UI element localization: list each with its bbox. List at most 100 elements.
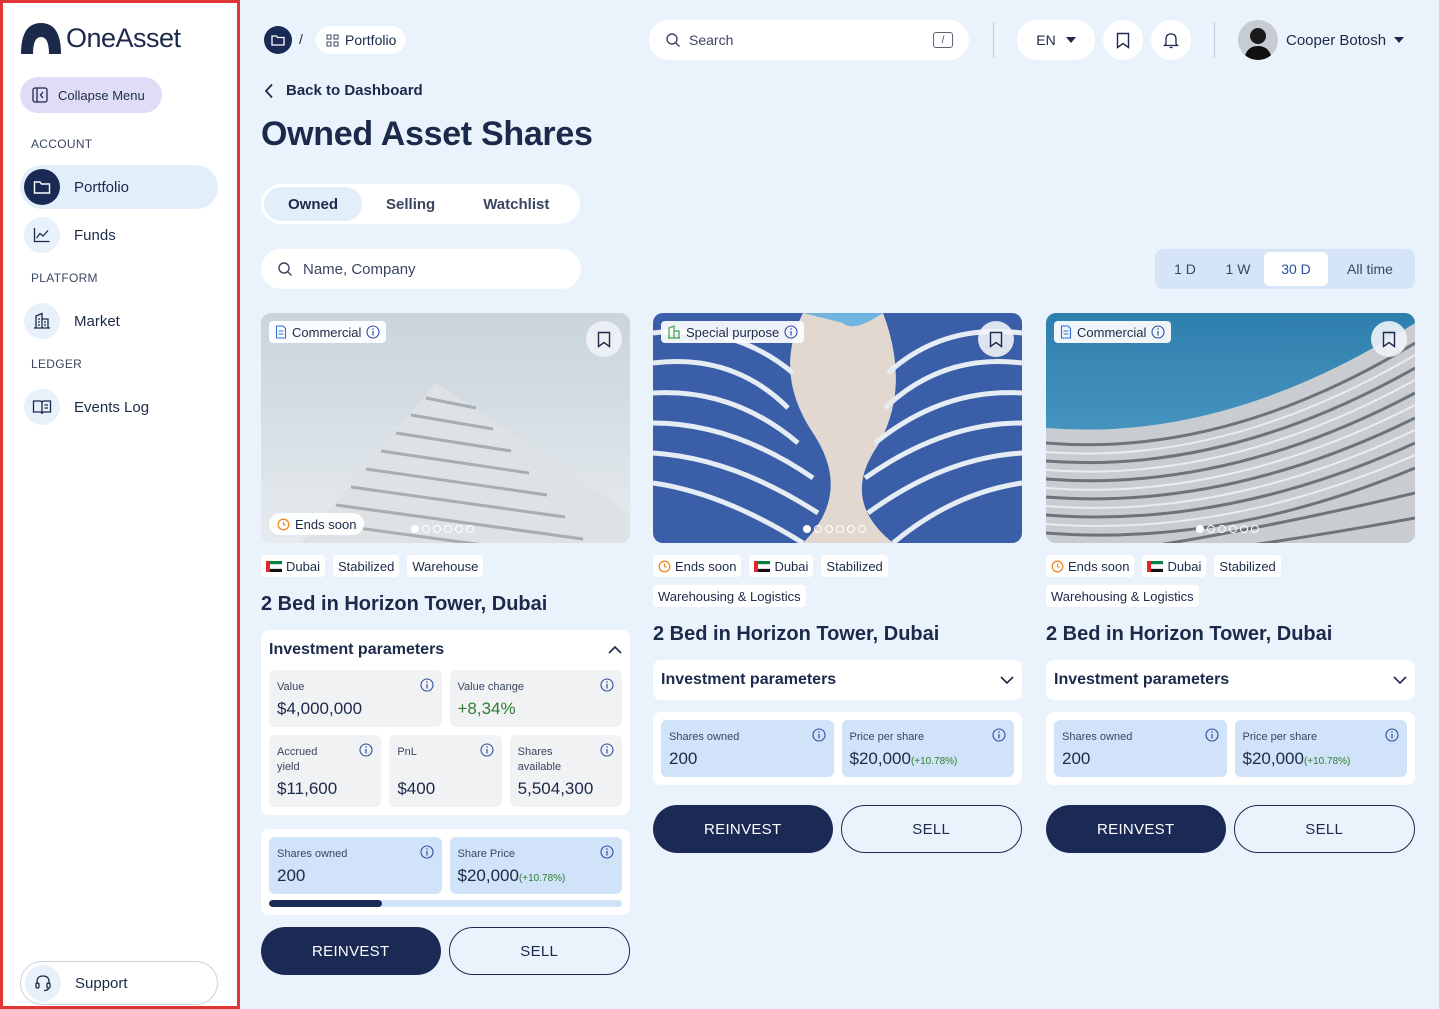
sidebar-item-funds[interactable]: Funds <box>20 213 218 257</box>
info-icon[interactable] <box>366 325 380 339</box>
reinvest-button[interactable]: REINVEST <box>1046 805 1226 853</box>
asset-image[interactable]: Commercial Ends soon <box>261 313 630 543</box>
carousel-dot[interactable] <box>1251 525 1259 533</box>
carousel-dot[interactable] <box>411 525 419 533</box>
info-icon[interactable] <box>811 728 826 742</box>
range-1w[interactable]: 1 W <box>1212 252 1264 286</box>
carousel-dot[interactable] <box>825 525 833 533</box>
logo[interactable]: OneAsset <box>20 21 181 55</box>
carousel-dot[interactable] <box>1240 525 1248 533</box>
shares-panel: Shares owned 200 Price per share $20,000… <box>1046 712 1415 785</box>
carousel-dot[interactable] <box>858 525 866 533</box>
price-change: (+10.78%) <box>518 873 566 884</box>
info-icon[interactable] <box>784 325 798 339</box>
asset-card[interactable]: Commercial Ends soon Dubai Stabilized Wa… <box>1046 313 1415 853</box>
user-menu[interactable]: Cooper Botosh <box>1238 20 1405 60</box>
metric-label: Shares owned <box>1062 731 1133 743</box>
info-icon[interactable] <box>419 678 434 692</box>
carousel-dot[interactable] <box>444 525 452 533</box>
clock-icon <box>277 518 290 530</box>
asset-image[interactable]: Commercial <box>1046 313 1415 543</box>
bookmark-button[interactable] <box>1371 321 1407 357</box>
investment-parameters-toggle[interactable]: Investment parameters <box>269 638 622 662</box>
metric-pnl: PnL $400 <box>389 735 502 807</box>
carousel-dot[interactable] <box>814 525 822 533</box>
breadcrumb-current[interactable]: Portfolio <box>316 26 407 54</box>
carousel-dot[interactable] <box>803 525 811 533</box>
ends-soon-label: Ends soon <box>295 516 357 532</box>
sell-button[interactable]: SELL <box>448 927 630 975</box>
back-to-dashboard-link[interactable]: Back to Dashboard <box>264 82 423 99</box>
sell-button[interactable]: SELL <box>1233 805 1415 853</box>
sidebar-item-label: Market <box>74 312 120 330</box>
info-icon[interactable] <box>600 678 614 692</box>
carousel-dot[interactable] <box>1229 525 1237 533</box>
price-change: (+10.78%) <box>910 756 958 767</box>
support-label: Support <box>75 974 128 992</box>
sidebar-item-events-log[interactable]: Events Log <box>20 385 218 429</box>
info-icon[interactable] <box>419 845 434 859</box>
app-name: OneAsset <box>66 22 181 53</box>
investment-parameters-toggle[interactable]: Investment parameters <box>661 668 1014 692</box>
sidebar-item-portfolio[interactable]: Portfolio <box>20 165 218 209</box>
info-icon[interactable] <box>359 743 373 757</box>
breadcrumb-home-button[interactable] <box>264 26 292 54</box>
support-button[interactable]: Support <box>20 961 218 1005</box>
ends-soon-tag: Ends soon <box>1046 555 1135 577</box>
info-icon[interactable] <box>992 728 1006 742</box>
carousel-dots[interactable] <box>1196 525 1259 533</box>
clock-icon <box>1051 560 1064 572</box>
info-icon[interactable] <box>1385 728 1399 742</box>
tabs: Owned Selling Watchlist <box>261 184 580 224</box>
info-icon[interactable] <box>1204 728 1219 742</box>
bookmark-button[interactable] <box>978 321 1014 357</box>
building-photo <box>261 313 630 543</box>
carousel-dot[interactable] <box>1207 525 1215 533</box>
metric-label: Shares available <box>517 746 562 773</box>
chevron-up-icon <box>608 646 622 654</box>
carousel-dot[interactable] <box>466 525 474 533</box>
info-icon[interactable] <box>600 743 614 757</box>
tab-selling[interactable]: Selling <box>362 187 459 221</box>
bookmark-button[interactable] <box>586 321 622 357</box>
reinvest-button[interactable]: REINVEST <box>261 927 441 975</box>
info-icon[interactable] <box>480 743 494 757</box>
range-all-time[interactable]: All time <box>1328 252 1412 286</box>
asset-card[interactable]: Commercial Ends soon Dubai Stabilized Wa… <box>261 313 630 975</box>
search-input[interactable]: Search / <box>649 20 969 60</box>
asset-filter-input[interactable]: Name, Company <box>261 249 581 289</box>
language-select[interactable]: EN <box>1017 20 1095 60</box>
collapse-menu-button[interactable]: Collapse Menu <box>20 77 162 113</box>
info-icon[interactable] <box>600 845 614 859</box>
info-icon[interactable] <box>1151 325 1165 339</box>
carousel-dot[interactable] <box>433 525 441 533</box>
notifications-button[interactable] <box>1151 20 1191 60</box>
tab-watchlist[interactable]: Watchlist <box>459 187 573 221</box>
uae-flag-icon <box>1147 560 1164 572</box>
metric-accrued-yield: Accrued yield $11,600 <box>269 735 382 807</box>
tag-label: Ends soon <box>1068 558 1130 574</box>
reinvest-button[interactable]: REINVEST <box>653 805 833 853</box>
sidebar-item-market[interactable]: Market <box>20 299 218 343</box>
search-icon <box>278 262 292 276</box>
asset-image[interactable]: Special purpose <box>653 313 1022 543</box>
carousel-dot[interactable] <box>1196 525 1204 533</box>
card-actions: REINVEST SELL <box>1046 805 1415 853</box>
sell-button[interactable]: SELL <box>840 805 1022 853</box>
range-1d[interactable]: 1 D <box>1158 252 1212 286</box>
property-type-badge: Special purpose <box>661 321 805 343</box>
carousel-dot[interactable] <box>836 525 844 533</box>
panel-title: Investment parameters <box>269 641 445 658</box>
carousel-dot[interactable] <box>422 525 430 533</box>
tab-owned[interactable]: Owned <box>264 187 363 221</box>
asset-card[interactable]: Special purpose Ends soon Dubai Stabiliz… <box>653 313 1022 853</box>
bookmarks-button[interactable] <box>1103 20 1143 60</box>
clock-icon <box>658 560 671 572</box>
carousel-dot[interactable] <box>1218 525 1226 533</box>
carousel-dot[interactable] <box>455 525 463 533</box>
carousel-dots[interactable] <box>803 525 866 533</box>
carousel-dot[interactable] <box>847 525 855 533</box>
carousel-dots[interactable] <box>411 525 474 533</box>
investment-parameters-toggle[interactable]: Investment parameters <box>1054 668 1407 692</box>
range-30d[interactable]: 30 D <box>1264 252 1328 286</box>
